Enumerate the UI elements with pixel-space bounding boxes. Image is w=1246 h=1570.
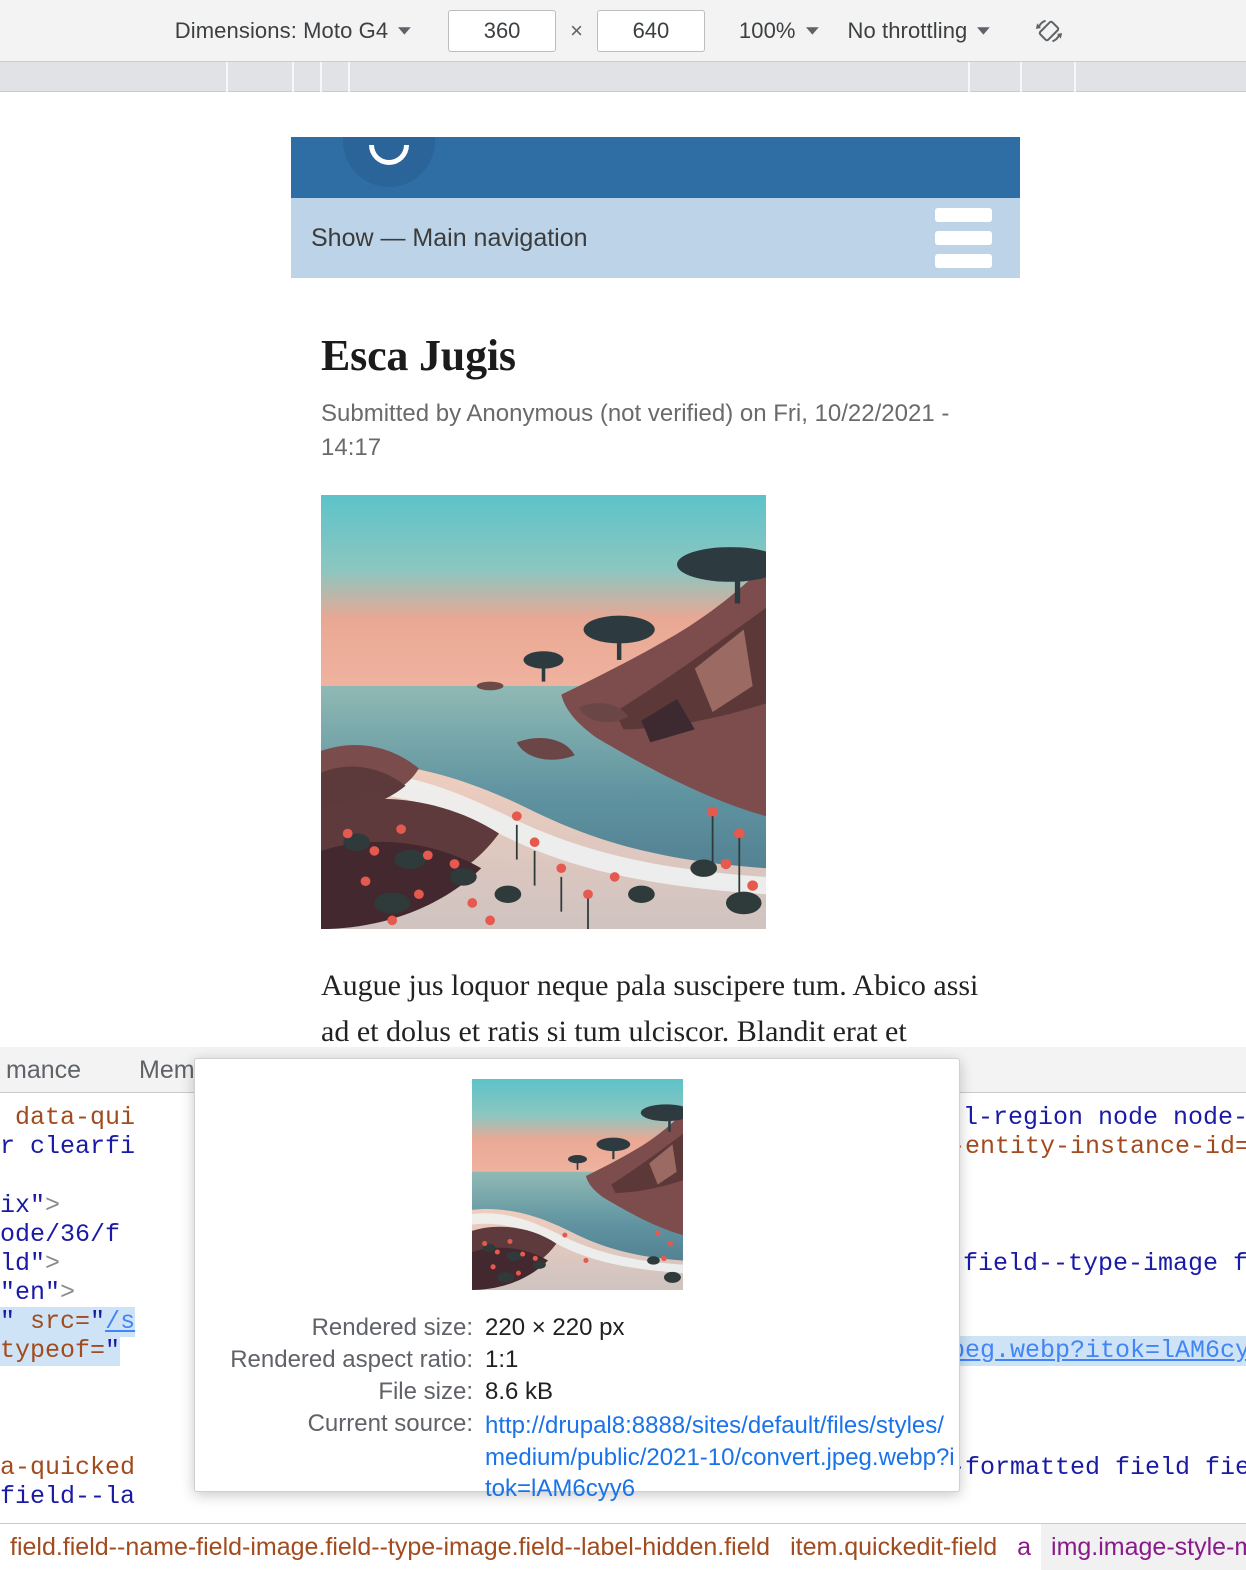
dom-token: > [45,1249,61,1278]
image-source-link[interactable]: http://drupal8:8888/sites/default/files/… [485,1408,959,1507]
image-detail-key: Current source: [307,1410,473,1437]
device-selector-label: Dimensions: Moto G4 [174,17,389,43]
tab-performance[interactable]: mance [0,1047,99,1093]
ruler-tick [1020,62,1022,92]
devtools-window: Dimensions: Moto G4 ▼ × 100% ▼ No thrott… [0,0,1246,1570]
viewport-ruler [0,62,1246,92]
main-navigation-label: Show — Main navigation [311,223,588,252]
dom-token: typeof= [0,1336,106,1365]
breadcrumb-item[interactable]: field.field--name-field-image.field--typ… [0,1524,780,1570]
device-viewport: Show — Main navigation Esca Jugis Submit… [0,92,1246,1047]
breadcrumb-item[interactable]: img.image-style-m [1041,1524,1246,1570]
article-body-line-1: Augue jus loquor neque pala suscipere tu… [321,969,926,1003]
dom-tree-line[interactable]: lang="en"> [0,1278,75,1308]
ruler-tick [226,62,228,92]
dom-token: l-region node node--ty [963,1103,1246,1132]
dom-tree-line[interactable]: -teaser clearfi [0,1132,135,1162]
dom-tree-line[interactable]: -entity-instance-id=" [950,1132,1246,1162]
ruler-tick [292,62,294,92]
dom-token: "node/36/f [0,1220,121,1249]
dom-token: clearfix" [0,1191,46,1220]
dom-token: -formatted field field [950,1453,1246,1482]
image-detail-key: Rendered aspect ratio: [230,1346,473,1373]
dom-tree-line[interactable]: "sdf" typeof=" [0,1336,121,1366]
zoom-selector[interactable]: 100% ▼ [738,17,823,44]
rotate-button[interactable] [1027,9,1071,53]
dom-token: " [90,1307,106,1336]
hamburger-menu-icon[interactable] [935,208,992,268]
dom-token: /s [105,1307,136,1336]
dom-token: -entity-instance-id= [950,1132,1246,1161]
dom-token: > [45,1191,61,1220]
dom-token: "en" [0,1278,61,1307]
dom-tree-line[interactable]: l-region node node--ty [963,1103,1246,1133]
dom-token: -teaser clearfi [0,1132,136,1161]
rendered-page: Show — Main navigation Esca Jugis Submit… [291,137,1020,1047]
throttling-selector-label: No throttling [847,17,968,43]
dom-tree-line[interactable]: d="36" data-qui [0,1103,135,1133]
dom-token: data-qui [0,1103,136,1132]
ruler-tick [348,62,350,92]
dom-token: " [105,1336,121,1365]
dom-tree-line[interactable]: mmary field--la [0,1482,135,1512]
image-detail-row: Rendered aspect ratio: 1:1 [195,1344,959,1376]
dom-tree-line[interactable]: -id="node/36/f [0,1220,120,1250]
dom-tree-line[interactable]: field--type-image fie [963,1249,1246,1279]
image-detail-key: File size: [378,1378,473,1405]
viewport-width-input[interactable] [448,9,557,52]
throttling-selector[interactable]: No throttling ▼ [847,17,995,44]
site-logo-smiley-icon[interactable] [343,137,435,187]
image-preview-thumbnail [471,1079,683,1290]
article-submitted-meta: Submitted by Anonymous (not verified) on… [321,400,950,462]
device-selector[interactable]: Dimensions: Moto G4 ▼ [174,17,416,44]
dom-tree-line[interactable]: :image" src="/s [0,1307,136,1337]
chevron-down-icon: ▼ [973,23,995,38]
logo-smile-shape [369,145,409,165]
article-body: Augue jus loquor neque pala suscipere tu… [321,963,981,1047]
viewport-height-input[interactable] [596,9,705,52]
article: Esca Jugis Submitted by Anonymous (not v… [291,278,1020,1047]
image-preview-details: Rendered size: 220 × 220 px Rendered aspec… [195,1312,959,1507]
page-title: Esca Jugis [321,331,516,380]
site-header [291,137,1020,198]
image-detail-row: Rendered size: 220 × 220 px [195,1312,959,1344]
dom-tree-line[interactable]: -formatted field field [950,1453,1246,1483]
dimension-separator: × [570,17,583,43]
dom-tree-line[interactable]: it-field"> [0,1249,60,1279]
dom-tree-line[interactable]: clearfix"> [0,1191,60,1221]
device-toolbar: Dimensions: Moto G4 ▼ × 100% ▼ No thrott… [0,0,1246,62]
ruler-tick [320,62,322,92]
dom-token: peg.webp?itok=lAM6cyy6 [950,1336,1246,1365]
dom-token: field--type-image fie [963,1249,1246,1278]
breadcrumb-item[interactable]: a [1007,1524,1041,1570]
dom-tree-line[interactable]: peg.webp?itok=lAM6cyy6 [950,1336,1246,1366]
breadcrumb-item[interactable]: item.quickedit-field [780,1524,1007,1570]
breadcrumb: field.field--name-field-image.field--typ… [0,1523,1246,1570]
dom-token: it-field" [0,1249,46,1278]
image-detail-value: 220 × 220 px [485,1314,625,1341]
chevron-down-icon: ▼ [393,23,416,38]
dom-token: > [60,1278,76,1307]
dom-tree-line[interactable]: t" data-quicked [0,1453,135,1483]
chevron-down-icon: ▼ [801,23,823,38]
ruler-tick [968,62,970,92]
image-detail-row: Current source: http://drupal8:8888/sites… [195,1408,959,1507]
ruler-tick [1074,62,1076,92]
image-detail-value: 8.6 kB [485,1378,554,1405]
dom-token: data-quicked [0,1453,136,1482]
zoom-selector-label: 100% [738,17,796,43]
image-detail-row: File size: 8.6 kB [195,1376,959,1408]
dom-token: src= [15,1307,91,1336]
image-preview-popup: Rendered size: 220 × 220 px Rendered aspec… [194,1058,960,1502]
main-navigation-bar: Show — Main navigation [291,198,1020,278]
screen-rotation-icon [1036,19,1063,42]
article-image[interactable] [321,495,766,930]
dom-token: :image" [0,1307,16,1336]
image-detail-value: 1:1 [485,1346,519,1373]
image-detail-key: Rendered size: [311,1314,473,1341]
dom-token: mmary field--la [0,1482,136,1511]
